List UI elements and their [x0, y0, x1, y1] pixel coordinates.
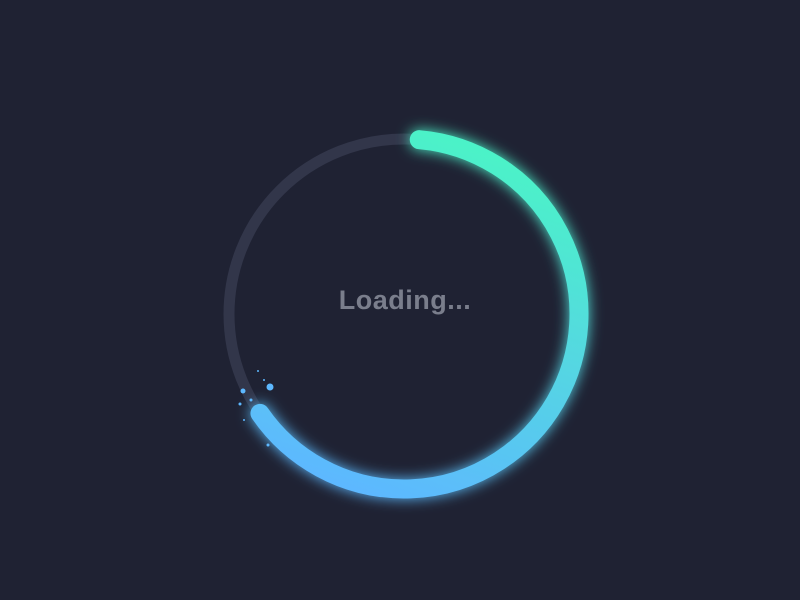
spark-dot [249, 398, 253, 402]
spark-dot [266, 443, 270, 447]
spark-dot [263, 379, 265, 381]
spark-dot [257, 370, 259, 372]
spark-dot [243, 419, 245, 421]
spark-dot [240, 388, 246, 394]
spark-dot [238, 402, 242, 406]
loading-screen: Loading... [0, 0, 800, 600]
spark-dot [266, 383, 274, 391]
loading-label: Loading... [338, 285, 472, 315]
